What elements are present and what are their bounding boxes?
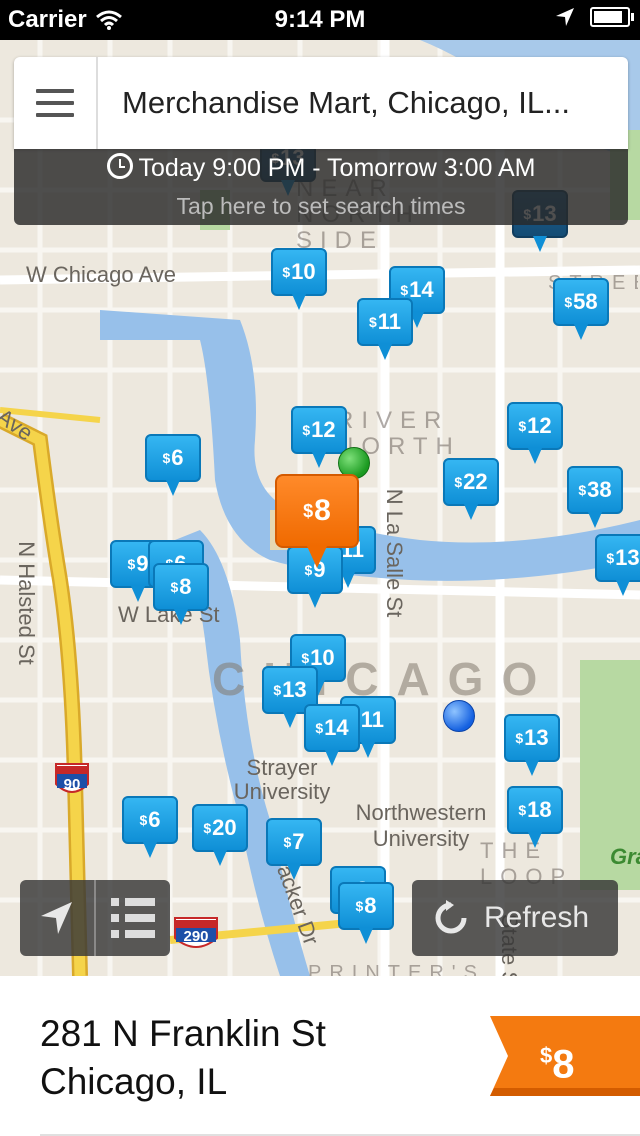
- pin-price-label: 22: [463, 469, 488, 494]
- pin-price-label: 9: [136, 551, 149, 576]
- location-arrow-icon: [41, 902, 72, 934]
- selected-price-pin[interactable]: $8: [275, 474, 359, 568]
- pin-price-label: 14: [409, 277, 434, 302]
- place-strayer: Strayer University: [233, 755, 331, 804]
- price-pin[interactable]: $8: [153, 563, 209, 625]
- address-line-1: 281 N Franklin St: [40, 1013, 326, 1054]
- locate-me-button[interactable]: [20, 880, 96, 956]
- street-label-halsted: N Halsted St: [13, 541, 39, 665]
- pin-price-label: 11: [360, 707, 385, 732]
- price-pin[interactable]: $58: [553, 278, 609, 340]
- pin-price-label: 58: [573, 289, 598, 314]
- street-label-lasalle: N La Salle St: [382, 488, 408, 618]
- list-icon: [111, 914, 155, 922]
- price-pin[interactable]: $38: [567, 466, 623, 528]
- pin-price-label: 12: [311, 417, 336, 442]
- search-location-field[interactable]: Merchandise Mart, Chicago, IL...: [122, 57, 622, 149]
- selected-lot-panel[interactable]: 281 N Franklin St Chicago, IL $8: [0, 976, 640, 1136]
- pin-price-label: 10: [291, 259, 316, 284]
- pin-price-label: 8: [364, 893, 377, 918]
- place-grant-park: Gra: [610, 844, 640, 869]
- price-pin[interactable]: $13: [595, 534, 640, 596]
- status-right: [554, 6, 634, 28]
- price-pin[interactable]: $10: [271, 248, 327, 310]
- price-pin[interactable]: $6: [122, 796, 178, 858]
- address-line-2: Chicago, IL: [40, 1061, 228, 1102]
- pin-price-label: 8: [179, 574, 192, 599]
- street-label-chicago-ave: W Chicago Ave: [26, 262, 177, 287]
- price-pin[interactable]: $8: [338, 882, 394, 944]
- price-pin[interactable]: $12: [291, 406, 347, 468]
- place-northwestern: Northwestern University: [355, 800, 487, 851]
- pin-price-label: 6: [148, 807, 161, 832]
- pin-price-label: 18: [527, 797, 552, 822]
- pin-price-label: 11: [377, 309, 402, 334]
- status-bar: Carrier 9:14 PM: [0, 0, 640, 40]
- price-pin[interactable]: $11: [357, 298, 413, 360]
- pin-price-label: 13: [524, 725, 549, 750]
- pin-price-label: 20: [212, 815, 237, 840]
- battery-icon: [590, 7, 634, 27]
- hamburger-icon-line: [36, 89, 74, 93]
- district-printers-row: PRINTER'S ROW: [308, 962, 485, 976]
- pin-price-label: 12: [527, 413, 552, 438]
- refresh-label: Refresh: [484, 901, 590, 934]
- list-icon: [111, 898, 155, 906]
- highway-90-label: 90: [63, 776, 81, 793]
- price-flag-label: $8: [540, 1042, 575, 1087]
- status-time: 9:14 PM: [274, 6, 366, 33]
- pin-price-label: 14: [324, 715, 349, 740]
- lot-price: 8: [552, 1042, 575, 1087]
- price-pin[interactable]: $14: [304, 704, 360, 766]
- refresh-icon: [435, 900, 467, 934]
- menu-button[interactable]: [14, 57, 98, 149]
- selected-pin-price-label: 8: [314, 494, 331, 527]
- price-pin[interactable]: $18: [507, 786, 563, 848]
- pin-price-label: 13: [615, 545, 640, 570]
- time-range-row: Today 9:00 PM - Tomorrow 3:00 AM: [14, 153, 628, 183]
- lot-address: 281 N Franklin St Chicago, IL: [40, 1010, 326, 1106]
- list-icon: [111, 930, 155, 938]
- time-range-label: Today 9:00 PM - Tomorrow 3:00 AM: [138, 154, 536, 182]
- clock-icon: [106, 153, 133, 179]
- search-times-bar[interactable]: Today 9:00 PM - Tomorrow 3:00 AM Tap her…: [14, 149, 628, 225]
- pin-price-label: 13: [282, 677, 307, 702]
- current-location-marker: [443, 700, 475, 732]
- pin-price-label: 6: [171, 445, 184, 470]
- refresh-button[interactable]: Refresh: [412, 880, 618, 956]
- pin-price-label: 38: [587, 477, 612, 502]
- set-times-hint: Tap here to set search times: [176, 193, 466, 219]
- location-arrow-icon: [556, 8, 574, 26]
- hamburger-icon-line: [36, 101, 74, 105]
- price-pin[interactable]: $13: [504, 714, 560, 776]
- price-flag[interactable]: $8: [490, 1016, 640, 1096]
- highway-290-label: 290: [183, 928, 209, 945]
- list-view-button[interactable]: [96, 880, 170, 956]
- map-controls: [20, 880, 170, 956]
- pin-price-label: 7: [292, 829, 305, 854]
- price-pin[interactable]: $22: [443, 458, 499, 520]
- price-pin[interactable]: $7: [266, 818, 322, 880]
- price-pin[interactable]: $12: [507, 402, 563, 464]
- price-pin[interactable]: $6: [145, 434, 201, 496]
- price-pin[interactable]: $20: [192, 804, 248, 866]
- hamburger-icon-line: [36, 113, 74, 117]
- search-bar[interactable]: Merchandise Mart, Chicago, IL...: [14, 57, 628, 149]
